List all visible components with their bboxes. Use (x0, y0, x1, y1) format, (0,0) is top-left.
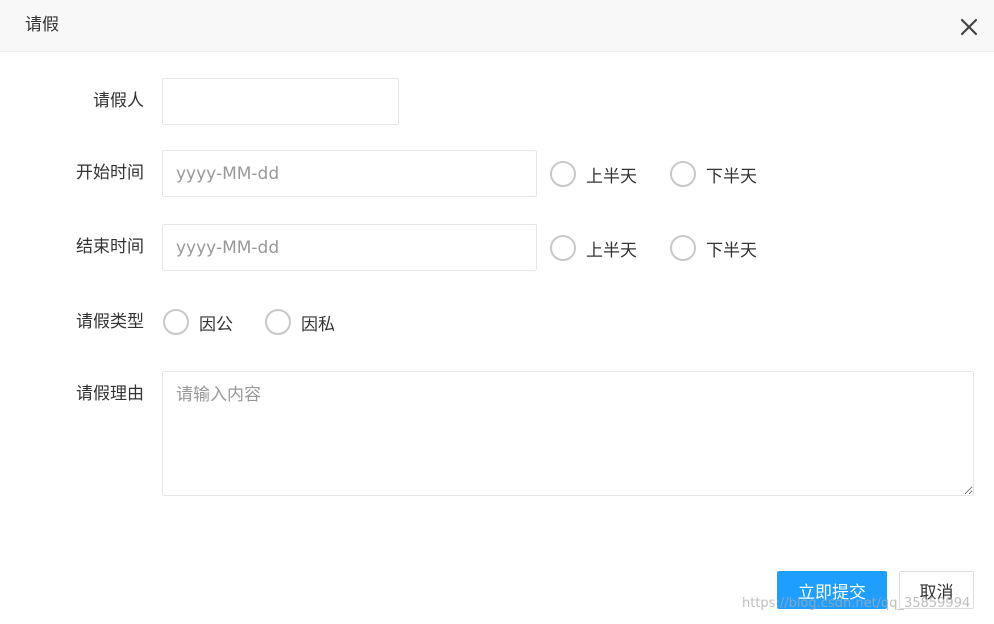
radio-label: 因公 (199, 314, 233, 335)
radio-circle-icon (670, 235, 696, 261)
applicant-input[interactable] (162, 78, 399, 125)
dialog-header: 请假 (0, 0, 994, 52)
submit-button[interactable]: 立即提交 (777, 571, 887, 609)
radio-label: 下半天 (706, 240, 757, 261)
radio-circle-icon (163, 309, 189, 335)
end-morning-radio[interactable]: 上半天 (550, 234, 637, 262)
radio-circle-icon (670, 161, 696, 187)
radio-label: 上半天 (586, 166, 637, 187)
leave-type-label: 请假类型 (76, 312, 144, 332)
leave-type-business-radio[interactable]: 因公 (163, 308, 233, 336)
radio-label: 因私 (301, 314, 335, 335)
applicant-label: 请假人 (93, 91, 144, 111)
radio-circle-icon (550, 161, 576, 187)
reason-label: 请假理由 (76, 384, 144, 404)
radio-circle-icon (265, 309, 291, 335)
end-time-label: 结束时间 (76, 237, 144, 257)
start-morning-radio[interactable]: 上半天 (550, 160, 637, 188)
dialog-title: 请假 (25, 15, 59, 35)
radio-label: 下半天 (706, 166, 757, 187)
start-time-input[interactable] (162, 150, 537, 197)
radio-label: 上半天 (586, 240, 637, 261)
end-time-input[interactable] (162, 224, 537, 271)
cancel-button[interactable]: 取消 (899, 571, 974, 609)
radio-circle-icon (550, 235, 576, 261)
start-afternoon-radio[interactable]: 下半天 (670, 160, 757, 188)
end-afternoon-radio[interactable]: 下半天 (670, 234, 757, 262)
leave-type-personal-radio[interactable]: 因私 (265, 308, 335, 336)
close-icon[interactable] (956, 14, 982, 40)
start-time-label: 开始时间 (76, 163, 144, 183)
reason-textarea[interactable] (162, 371, 974, 496)
leave-dialog: 请假 请假人 开始时间 上半天 下半天 结束时间 上半天 (0, 0, 994, 624)
